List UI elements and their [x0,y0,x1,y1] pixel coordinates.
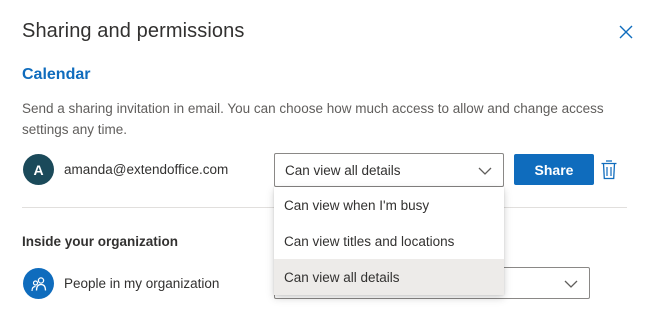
chevron-down-icon [564,280,578,288]
invitee-email: amanda@extendoffice.com [64,162,229,177]
menu-item-all-details[interactable]: Can view all details [274,259,504,295]
menu-item-label: Can view titles and locations [284,233,455,249]
close-icon [619,25,633,39]
people-icon [30,276,46,291]
menu-item-titles-locations[interactable]: Can view titles and locations [274,223,504,259]
avatar: A [23,154,54,185]
calendar-section-title: Calendar [22,66,91,83]
dialog-title: Sharing and permissions [22,20,245,42]
organization-name: People in my organization [64,276,220,291]
sharing-description: Send a sharing invitation in email. You … [22,101,604,137]
menu-item-label: Can view all details [284,269,400,285]
menu-item-label: Can view when I'm busy [284,197,430,213]
permission-dropdown-value: Can view all details [285,162,401,178]
organization-heading: Inside your organization [22,234,179,249]
close-button[interactable] [612,18,640,46]
chevron-down-icon [478,167,492,175]
delete-button[interactable] [600,159,618,181]
permission-menu: Can view when I'm busy Can view titles a… [274,187,504,295]
menu-item-busy[interactable]: Can view when I'm busy [274,187,504,223]
share-button[interactable]: Share [514,154,594,185]
trash-icon [601,160,617,180]
permission-dropdown[interactable]: Can view all details [274,153,504,187]
people-avatar [23,268,54,299]
